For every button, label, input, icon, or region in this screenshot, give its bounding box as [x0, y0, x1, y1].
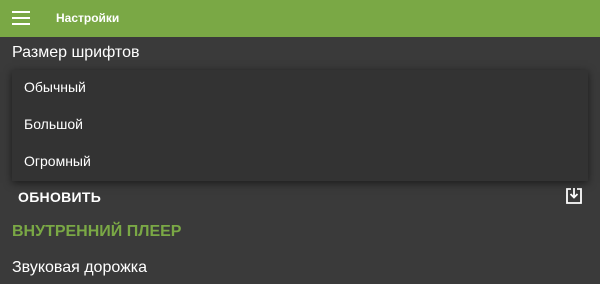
hamburger-menu-icon[interactable] — [12, 11, 30, 25]
download-icon[interactable] — [565, 187, 583, 205]
dropdown-option-huge[interactable]: Огромный — [12, 144, 588, 181]
font-size-dropdown: Обычный Большой Огромный — [12, 70, 588, 181]
internal-player-section-header: ВНУТРЕННИЙ ПЛЕЕР — [12, 223, 182, 240]
dropdown-option-label: Большой — [24, 116, 83, 132]
app-bar: Настройки — [0, 0, 600, 37]
font-size-setting-label[interactable]: Размер шрифтов — [12, 44, 139, 62]
refresh-label: ОБНОВИТЬ — [18, 189, 102, 205]
dropdown-option-large[interactable]: Большой — [12, 107, 588, 144]
audio-track-setting-label[interactable]: Звуковая дорожка — [12, 259, 147, 277]
refresh-button[interactable]: ОБНОВИТЬ — [0, 180, 600, 214]
dropdown-option-normal[interactable]: Обычный — [12, 70, 588, 107]
dropdown-option-label: Обычный — [24, 79, 86, 95]
page-title: Настройки — [56, 11, 120, 25]
dropdown-option-label: Огромный — [24, 153, 91, 169]
